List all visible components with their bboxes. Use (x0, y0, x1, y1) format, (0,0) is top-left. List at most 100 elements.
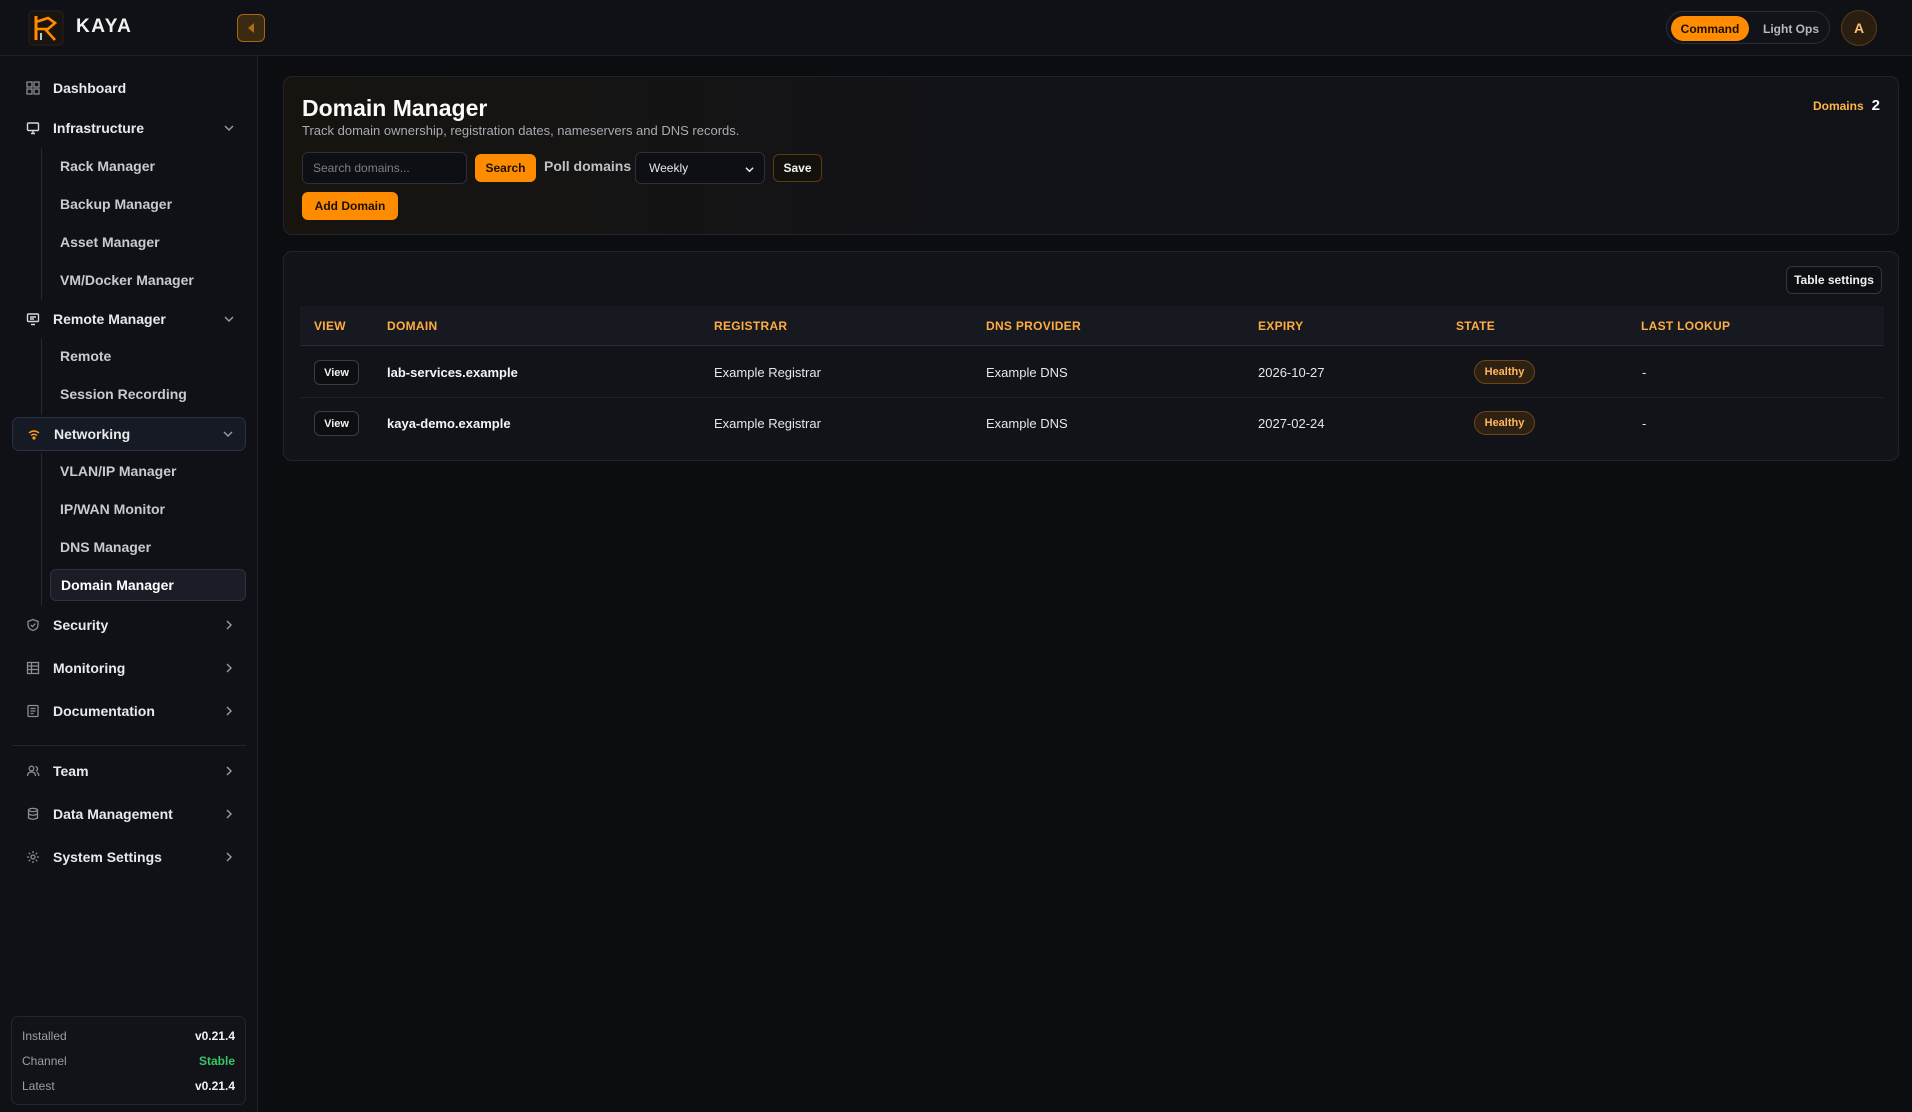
poll-interval-value: Weekly (649, 161, 689, 175)
column-header-state[interactable]: STATE (1456, 319, 1495, 333)
sidebar-item-system-settings[interactable]: System Settings (12, 841, 246, 873)
sidebar-item-security[interactable]: Security (12, 609, 246, 641)
sidebar-item-rack-manager[interactable]: Rack Manager (50, 150, 246, 182)
sidebar-item-remote-manager[interactable]: Remote Manager (12, 303, 246, 335)
sidebar-item-data-management[interactable]: Data Management (12, 798, 246, 830)
sidebar-item-label: Asset Manager (60, 234, 160, 250)
table-grid-icon (24, 659, 42, 677)
sidebar-item-label: Infrastructure (53, 120, 145, 136)
user-avatar[interactable]: A (1841, 10, 1877, 46)
shield-icon (24, 616, 42, 634)
remote-desktop-icon (24, 310, 42, 328)
column-header-domain[interactable]: DOMAIN (387, 319, 437, 333)
sidebar-item-dns-manager[interactable]: DNS Manager (50, 531, 246, 563)
poll-interval-select[interactable]: Weekly (635, 152, 765, 184)
column-header-registrar[interactable]: REGISTRAR (714, 319, 787, 333)
sidebar-item-documentation[interactable]: Documentation (12, 695, 246, 727)
sidebar-item-label: Session Recording (60, 386, 187, 402)
version-value: Stable (198, 1054, 235, 1068)
brand-name: KAYA (76, 16, 133, 37)
chevron-right-icon (226, 852, 232, 862)
sidebar-item-label: Remote Manager (53, 311, 166, 327)
sidebar-item-monitoring[interactable]: Monitoring (12, 652, 246, 684)
version-row-latest: Latest v0.21.4 (22, 1077, 235, 1095)
sidebar: Dashboard Infrastructure Rack Manager Ba… (0, 56, 258, 1112)
sidebar-item-label: Team (53, 763, 89, 779)
column-header-view[interactable]: VIEW (314, 319, 346, 333)
mode-light-ops-button[interactable]: Light Ops (1755, 16, 1827, 41)
sidebar-item-label: Domain Manager (61, 577, 174, 593)
sidebar-item-asset-manager[interactable]: Asset Manager (50, 226, 246, 258)
page-header-panel: Domain Manager Track domain ownership, r… (283, 76, 1899, 235)
last-lookup-cell: - (1642, 365, 1647, 380)
sidebar-item-team[interactable]: Team (12, 755, 246, 787)
version-label: Channel (22, 1054, 67, 1068)
sidebar-item-domain-manager[interactable]: Domain Manager (50, 569, 246, 601)
poll-domains-label: Poll domains (544, 158, 632, 174)
sidebar-item-networking[interactable]: Networking (12, 417, 246, 451)
sidebar-item-label: Data Management (53, 806, 173, 822)
status-badge: Healthy (1474, 411, 1535, 435)
domain-cell: lab-services.example (387, 365, 518, 380)
page-title: Domain Manager (302, 95, 488, 121)
registrar-cell: Example Registrar (714, 416, 821, 431)
sidebar-item-dashboard[interactable]: Dashboard (12, 72, 246, 104)
sidebar-item-label: System Settings (53, 849, 162, 865)
sidebar-item-remote[interactable]: Remote (50, 340, 246, 372)
search-input[interactable] (302, 152, 467, 184)
sidebar-item-label: Remote (60, 348, 112, 364)
chevron-down-icon (224, 316, 234, 322)
table-settings-button[interactable]: Table settings (1786, 266, 1882, 294)
column-header-last-lookup[interactable]: LAST LOOKUP (1641, 319, 1730, 333)
status-badge: Healthy (1474, 360, 1535, 384)
chevron-left-icon (248, 23, 254, 33)
sidebar-item-vm-docker-manager[interactable]: VM/Docker Manager (50, 264, 246, 296)
sidebar-item-infrastructure[interactable]: Infrastructure (12, 112, 246, 144)
version-label: Installed (22, 1029, 67, 1043)
dns-provider-cell: Example DNS (986, 416, 1068, 431)
save-button[interactable]: Save (773, 154, 822, 182)
domain-counter: Domains 2 (1813, 97, 1880, 114)
sidebar-item-backup-manager[interactable]: Backup Manager (50, 188, 246, 220)
sidebar-item-label: IP/WAN Monitor (60, 501, 165, 517)
sidebar-item-label: DNS Manager (60, 539, 152, 555)
submenu-rail (41, 339, 42, 415)
table-row: View lab-services.example Example Regist… (300, 347, 1884, 398)
view-button[interactable]: View (314, 360, 359, 385)
view-button[interactable]: View (314, 411, 359, 436)
version-label: Latest (22, 1079, 55, 1093)
mode-command-button[interactable]: Command (1671, 16, 1749, 41)
chevron-down-icon (223, 431, 233, 437)
table-row: View kaya-demo.example Example Registrar… (300, 398, 1884, 449)
wifi-icon (25, 425, 43, 443)
collapse-sidebar-button[interactable] (237, 14, 265, 42)
mode-toggle[interactable]: Command Light Ops (1666, 11, 1830, 44)
monitor-icon (24, 119, 42, 137)
version-row-installed: Installed v0.21.4 (22, 1027, 235, 1045)
version-value: v0.21.4 (194, 1079, 235, 1093)
sidebar-item-ip-wan-monitor[interactable]: IP/WAN Monitor (50, 493, 246, 525)
sidebar-item-label: VLAN/IP Manager (60, 463, 177, 479)
document-icon (24, 702, 42, 720)
version-info-panel: Installed v0.21.4 Channel Stable Latest … (11, 1016, 246, 1105)
sidebar-item-label: Security (53, 617, 109, 633)
expiry-cell: 2026-10-27 (1258, 365, 1325, 380)
submenu-rail (41, 453, 42, 605)
gear-icon (24, 848, 42, 866)
kaya-logo-icon[interactable] (28, 10, 64, 46)
column-header-expiry[interactable]: EXPIRY (1258, 319, 1303, 333)
version-value: v0.21.4 (194, 1029, 235, 1043)
chevron-right-icon (226, 706, 232, 716)
database-icon (24, 805, 42, 823)
table-header: VIEW DOMAIN REGISTRAR DNS PROVIDER EXPIR… (300, 306, 1884, 346)
sidebar-item-label: Networking (54, 426, 131, 442)
add-domain-button[interactable]: Add Domain (302, 192, 398, 220)
chevron-down-icon (745, 167, 754, 173)
search-button[interactable]: Search (475, 154, 536, 182)
chevron-right-icon (226, 620, 232, 630)
sidebar-item-session-recording[interactable]: Session Recording (50, 378, 246, 410)
counter-label: Domains (1812, 99, 1864, 113)
top-bar: KAYA Command Light Ops A (0, 0, 1912, 56)
column-header-dns-provider[interactable]: DNS PROVIDER (986, 319, 1081, 333)
sidebar-item-vlan-ip-manager[interactable]: VLAN/IP Manager (50, 455, 246, 487)
